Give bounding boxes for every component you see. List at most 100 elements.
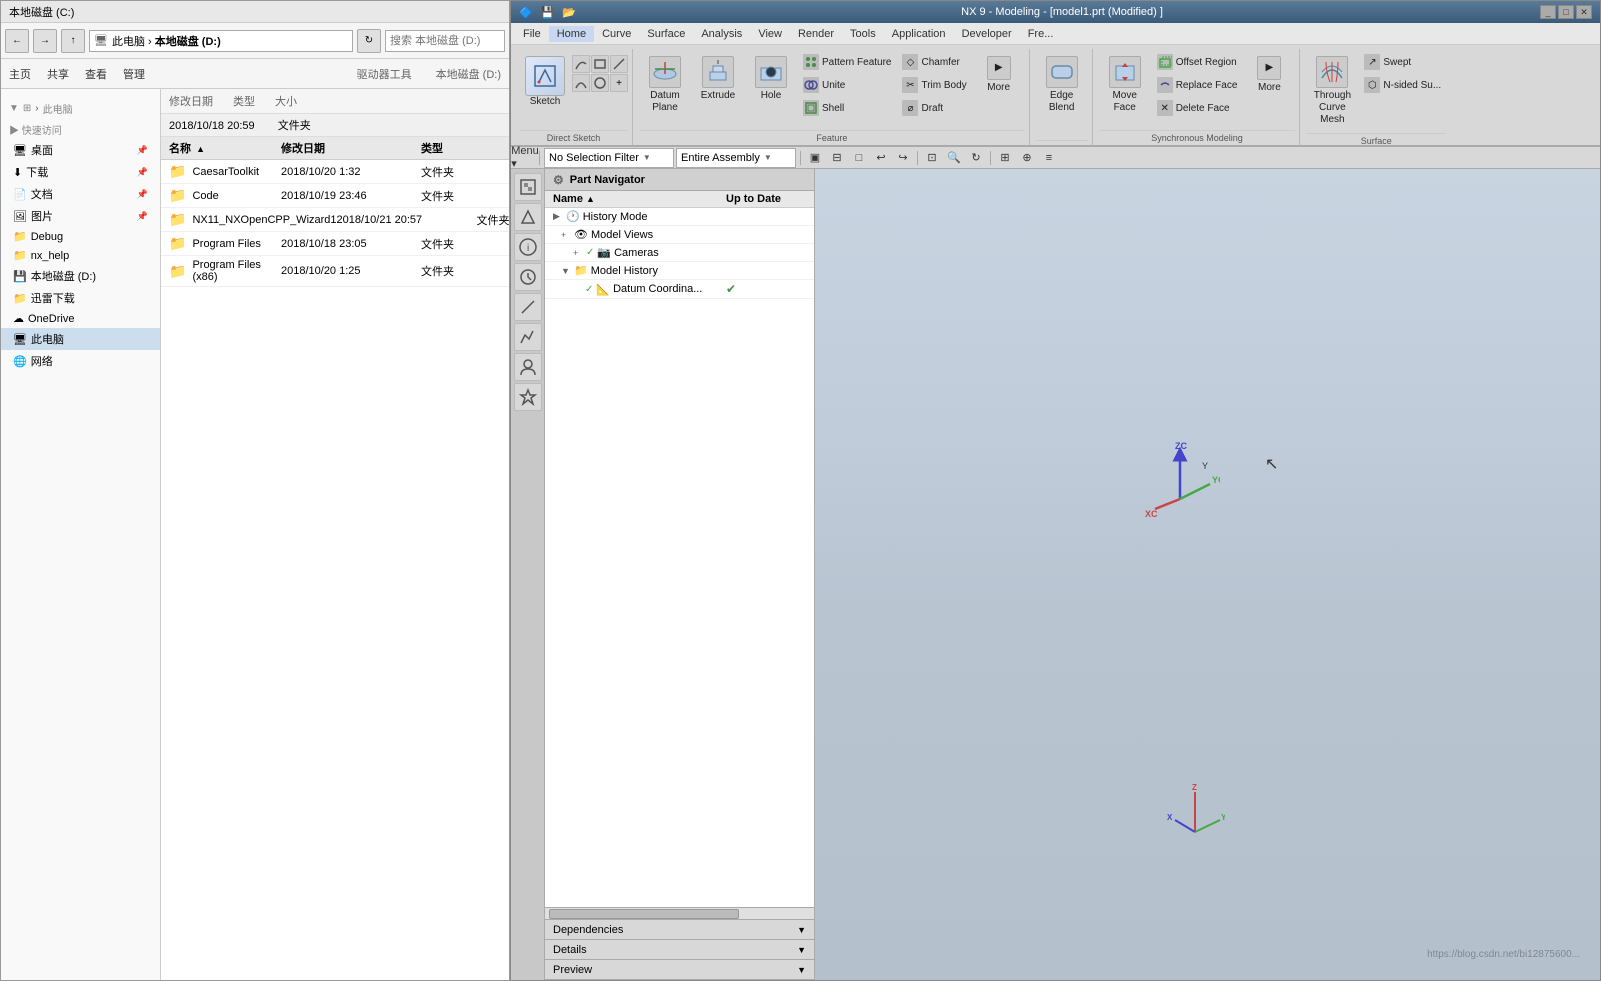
sidebar-item-documents[interactable]: 📄 文档 📌 [1,183,160,205]
left-bar-people-btn[interactable] [514,353,542,381]
left-bar-assembly-btn[interactable] [514,173,542,201]
sketch-circle-btn[interactable] [591,74,609,92]
sidebar-item-onedrive[interactable]: ☁ OneDrive [1,309,160,328]
menu-dropdown-btn[interactable]: Menu ▾ [515,149,535,167]
sidebar-item-desktop[interactable]: 🖥 桌面 📌 [1,139,160,161]
left-bar-constraint-btn[interactable] [514,203,542,231]
draft-btn[interactable]: ⌀ Draft [897,97,971,119]
fe-tb-view[interactable]: 查看 [85,66,107,82]
menu-application[interactable]: Application [884,26,954,42]
through-curve-mesh-button[interactable]: Through Curve Mesh [1306,51,1358,131]
pattern-feature-btn[interactable]: Pattern Feature [798,51,896,73]
chamfer-btn[interactable]: ◇ Chamfer [897,51,971,73]
sketch-more-btn[interactable]: + [610,74,628,92]
menu-home[interactable]: Home [549,26,594,42]
no-selection-filter-dropdown[interactable]: No Selection Filter ▼ [544,148,674,168]
menu-tools[interactable]: Tools [842,26,884,42]
sidebar-item-network[interactable]: 🌐 网络 [1,350,160,372]
nx-3d-viewport[interactable]: ↖ ZC YC XC [815,169,1600,980]
sidebar-item-thunder[interactable]: 📁 迅雷下载 [1,287,160,309]
fe-tb-share[interactable]: 共享 [47,66,69,82]
layer-btn[interactable]: ≡ [1039,149,1059,167]
nx-close-btn[interactable]: ✕ [1576,5,1592,19]
fe-address-bar[interactable]: 🖥 此电脑 › 本地磁盘 (D:) [89,30,353,52]
left-bar-history-btn[interactable] [514,263,542,291]
file-row-caesartoolkit[interactable]: 📁 CaesarToolkit 2018/10/20 1:32 文件夹 [161,160,509,184]
sidebar-item-debug[interactable]: 📁 Debug [1,227,160,246]
zoom-btn[interactable]: 🔍 [944,149,964,167]
redo-btn[interactable]: ↪ [893,149,913,167]
unite-btn[interactable]: Unite [798,74,896,96]
sketch-button[interactable]: Sketch [519,51,571,121]
swept-btn[interactable]: ↗ Swept [1359,51,1446,73]
select-all-btn[interactable]: ▣ [805,149,825,167]
delete-face-btn[interactable]: ✕ Delete Face [1152,97,1243,119]
file-row-nxwizard[interactable]: 📁 NX11_NXOpenCPP_Wizard1 2018/10/21 20:5… [161,208,509,232]
pn-row-history-mode[interactable]: ▶ 🕐 History Mode [545,208,814,226]
nx-minimize-btn[interactable]: _ [1540,5,1556,19]
file-row-code[interactable]: 📁 Code 2018/10/19 23:46 文件夹 [161,184,509,208]
left-bar-info-btn[interactable]: i [514,233,542,261]
menu-view[interactable]: View [750,26,790,42]
sync-more-btn[interactable]: ▶ More [1243,51,1295,121]
pn-preview-header[interactable]: Preview ▼ [545,960,814,980]
pn-details-header[interactable]: Details ▼ [545,940,814,960]
fit-btn[interactable]: ⊡ [922,149,942,167]
left-bar-analysis-btn[interactable] [514,323,542,351]
pn-preview-arrow: ▼ [797,965,806,975]
sidebar-item-localdisk[interactable]: 💾 本地磁盘 (D:) [1,265,160,287]
menu-surface[interactable]: Surface [639,26,693,42]
menu-file[interactable]: File [515,26,549,42]
orient-btn[interactable]: ⊕ [1017,149,1037,167]
sidebar-item-thispc[interactable]: 🖥 此电脑 [1,328,160,350]
extrude-button[interactable]: Extrude [692,51,744,121]
sketch-line-btn[interactable] [610,55,628,73]
fe-tb-manage[interactable]: 管理 [123,66,145,82]
pn-row-model-views[interactable]: + 👁 Model Views [545,226,814,244]
menu-curve[interactable]: Curve [594,26,639,42]
fe-tb-home[interactable]: 主页 [9,66,31,82]
menu-developer[interactable]: Developer [954,26,1020,42]
menu-analysis[interactable]: Analysis [693,26,750,42]
nx-maximize-btn[interactable]: □ [1558,5,1574,19]
pn-scrollbar[interactable] [545,907,814,919]
fe-refresh-btn[interactable]: ↻ [357,29,381,53]
sketch-arc-btn[interactable] [572,74,590,92]
fe-up-btn[interactable]: ↑ [61,29,85,53]
invert-select-btn[interactable]: ⊟ [827,149,847,167]
sidebar-item-pictures[interactable]: 🖼 图片 📌 [1,205,160,227]
sidebar-item-nxhelp[interactable]: 📁 nx_help [1,246,160,265]
pn-row-model-history[interactable]: ▼ 📁 Model History [545,262,814,280]
left-bar-star-btn[interactable] [514,383,542,411]
datum-plane-button[interactable]: DatumPlane [639,51,691,121]
file-row-programfilesx86[interactable]: 📁 Program Files (x86) 2018/10/20 1:25 文件… [161,256,509,287]
menu-fre[interactable]: Fre... [1020,26,1062,42]
offset-region-btn[interactable]: Offset Region [1152,51,1243,73]
n-sided-btn[interactable]: ⬡ N-sided Su... [1359,74,1446,96]
rotate-btn[interactable]: ↻ [966,149,986,167]
sketch-curve-btn[interactable] [572,55,590,73]
sidebar-item-downloads[interactable]: ⬇ 下载 📌 [1,161,160,183]
undo-btn[interactable]: ↩ [871,149,891,167]
hole-button[interactable]: Hole [745,51,797,121]
edge-blend-button[interactable]: EdgeBlend [1036,51,1088,121]
entire-assembly-dropdown[interactable]: Entire Assembly ▼ [676,148,796,168]
feature-more-btn[interactable]: ▶ More [973,51,1025,121]
move-face-button[interactable]: Move Face [1099,51,1151,121]
menu-render[interactable]: Render [790,26,842,42]
trim-body-btn[interactable]: ✂ Trim Body [897,74,971,96]
fe-forward-btn[interactable]: → [33,29,57,53]
fe-back-btn[interactable]: ← [5,29,29,53]
pn-scroll-thumb[interactable] [549,909,739,919]
replace-face-btn[interactable]: Replace Face [1152,74,1243,96]
pn-row-datum[interactable]: ✓ 📐 Datum Coordina... ✔ [545,280,814,299]
display-btn[interactable]: ⊞ [995,149,1015,167]
file-row-programfiles[interactable]: 📁 Program Files 2018/10/18 23:05 文件夹 [161,232,509,256]
pn-row-cameras[interactable]: + ✓ 📷 Cameras [545,244,814,262]
deselect-btn[interactable]: □ [849,149,869,167]
shell-btn[interactable]: Shell [798,97,896,119]
fe-search-input[interactable] [385,30,505,52]
sketch-rect-btn[interactable] [591,55,609,73]
left-bar-measure-btn[interactable] [514,293,542,321]
pn-dependencies-header[interactable]: Dependencies ▼ [545,920,814,940]
